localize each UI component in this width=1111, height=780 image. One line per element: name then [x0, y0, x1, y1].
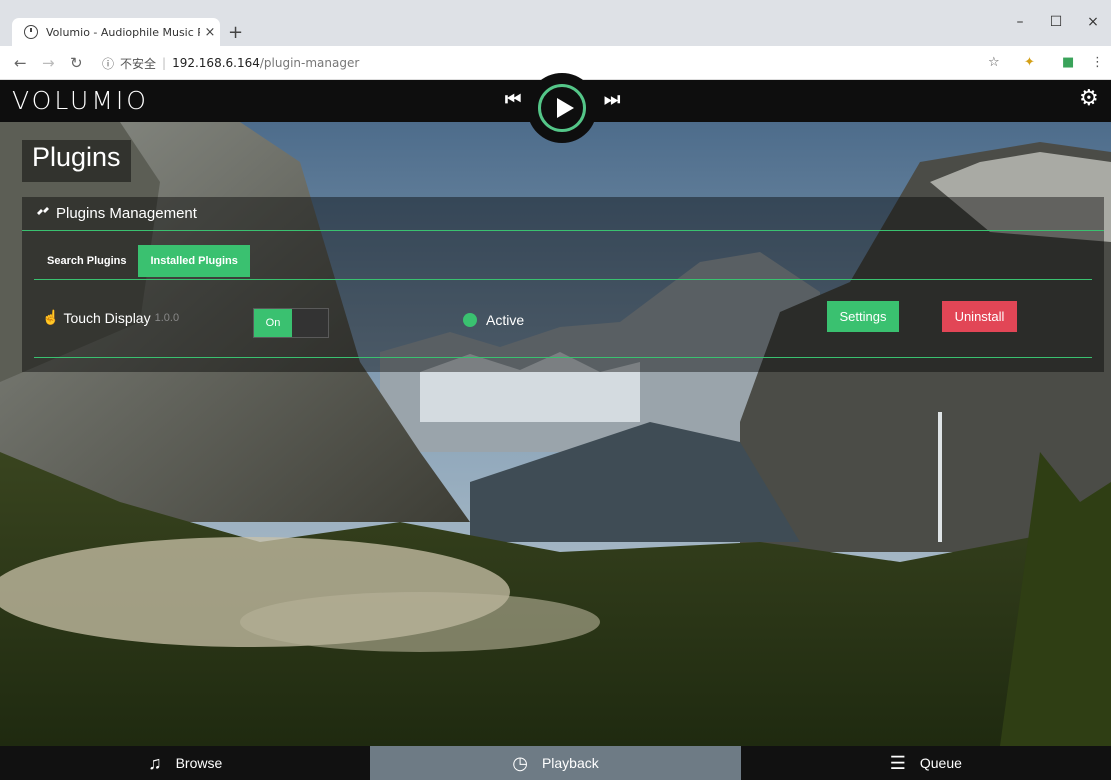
nav-playback[interactable]: ◷ Playback [370, 746, 741, 780]
clock-icon: ◷ [512, 752, 528, 773]
panel-title: Plugins Management [56, 205, 197, 222]
plugins-panel: Plugins Management Search Plugins Instal… [22, 197, 1104, 372]
back-icon[interactable]: ← [14, 54, 27, 72]
page-title: Plugins [22, 140, 131, 182]
browser-window: Volumio - Audiophile Music Pl × + – ☐ × … [0, 0, 1111, 780]
bookmark-star-icon[interactable]: ☆ [988, 55, 1000, 70]
status-label: Active [486, 312, 525, 328]
plugin-name-row: ☝ Touch Display 1.0.0 [42, 309, 179, 326]
nav-browse[interactable]: ♫ Browse [0, 746, 370, 780]
close-window-icon[interactable]: × [1078, 14, 1108, 30]
settings-button[interactable]: Settings [827, 301, 899, 332]
plugin-version: 1.0.0 [154, 311, 180, 324]
volumio-logo[interactable]: VOLUMIO [12, 86, 149, 115]
uninstall-button[interactable]: Uninstall [942, 301, 1017, 332]
nav-queue-label: Queue [919, 755, 962, 771]
toggle-on-label: On [254, 309, 292, 337]
maximize-icon[interactable]: ☐ [1041, 14, 1071, 30]
list-icon: ☰ [889, 752, 906, 773]
toggle-knob [292, 309, 328, 337]
nav-playback-label: Playback [541, 755, 599, 771]
settings-gear-icon[interactable]: ⚙ [1079, 88, 1101, 110]
minimize-icon[interactable]: – [1005, 14, 1035, 30]
volumio-favicon-icon [24, 25, 38, 39]
plugin-toggle[interactable]: On [253, 308, 329, 338]
tab-search-plugins[interactable]: Search Plugins [35, 245, 138, 277]
plugin-tabs: Search Plugins Installed Plugins [35, 245, 250, 277]
divider [34, 357, 1092, 358]
touch-hand-icon: ☝ [42, 309, 60, 325]
url-field[interactable]: ⓘ 不安全 | 192.168.6.164/plugin-manager [102, 51, 982, 75]
bottom-nav: ♫ Browse ◷ Playback ☰ Queue [0, 746, 1111, 780]
tab-title: Volumio - Audiophile Music Pl [46, 25, 200, 39]
plug-icon [36, 206, 49, 220]
url-host: 192.168.6.164 [172, 56, 260, 70]
tab-installed-plugins[interactable]: Installed Plugins [138, 245, 250, 277]
music-note-icon: ♫ [148, 752, 162, 773]
divider [34, 279, 1092, 280]
play-button[interactable] [538, 84, 586, 132]
play-button-wrap [527, 73, 597, 143]
extension-icon[interactable]: ✦ [1024, 55, 1035, 70]
tab-strip: Volumio - Audiophile Music Pl × + – ☐ × [0, 0, 1111, 46]
plugin-status: Active [463, 312, 524, 328]
new-tab-button[interactable]: + [228, 22, 243, 43]
menu-icon[interactable]: ⋮ [1091, 55, 1104, 70]
plugin-name: Touch Display [63, 309, 151, 326]
nav-queue[interactable]: ☰ Queue [741, 746, 1111, 780]
nav-browse-label: Browse [175, 755, 223, 771]
info-icon[interactable]: ⓘ [102, 55, 114, 72]
forward-icon[interactable]: → [42, 54, 55, 72]
security-label: 不安全 [120, 56, 157, 71]
wechat-extension-icon[interactable]: ■ [1062, 55, 1074, 70]
reload-icon[interactable]: ↻ [70, 54, 83, 72]
browser-tab[interactable]: Volumio - Audiophile Music Pl × [12, 18, 220, 46]
status-dot-icon [463, 313, 477, 327]
url-path: /plugin-manager [259, 56, 360, 70]
panel-header: Plugins Management [22, 197, 1104, 231]
tab-close-icon[interactable]: × [200, 25, 220, 40]
next-track-icon[interactable]: ⏭ [604, 89, 620, 110]
previous-track-icon[interactable]: ⏮ [505, 89, 521, 110]
